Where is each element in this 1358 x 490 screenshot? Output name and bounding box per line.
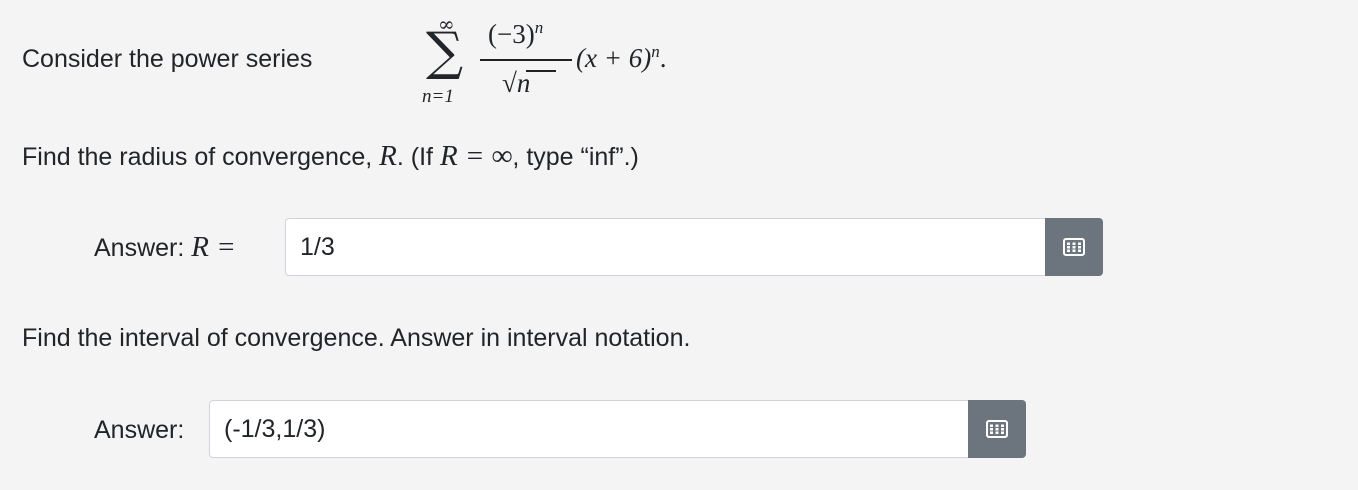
radius-prompt-eq: R = ∞ [439,140,513,172]
keyboard-grid-icon [1063,238,1085,256]
numerator-exponent: n [534,18,544,37]
interval-answer-label: Answer: [94,416,185,444]
sqrt-symbol: √ [502,68,517,98]
numerator-base: (−3) [488,19,535,49]
interval-answer-input[interactable]: (-1/3,1/3) [209,400,968,458]
answer-label-var: R = [191,231,236,263]
series-tail: (x + 6)n. [576,42,666,74]
answer-label-text: Answer: [94,234,185,262]
radius-answer-group: 1/3 [285,218,1103,276]
series-denominator: √n [502,68,530,99]
radius-prompt-before: Find the radius of convergence, [22,143,373,171]
radius-answer-label: Answer: R = [94,232,236,263]
power-series-formula: ∞ ∑ n=1 (−3)n √n (x + 6)n. [418,12,738,117]
fraction-bar [480,59,572,61]
summation-symbol: ∑ [426,22,464,82]
keyboard-grid-icon [986,420,1008,438]
interval-answer-group: (-1/3,1/3) [209,400,1026,458]
radius-prompt: Find the radius of convergence, R. (If R… [22,141,639,172]
denominator-var: n [516,68,531,98]
radius-prompt-mid: . (If [396,143,433,171]
sum-lower-limit: n=1 [422,86,454,107]
radius-answer-input[interactable]: 1/3 [285,218,1045,276]
interval-keypad-button[interactable] [968,400,1026,458]
tail-exponent: n [651,42,660,61]
sqrt-overline [526,70,556,72]
radius-prompt-var: R [379,140,397,172]
tail-period: . [659,43,667,73]
radius-prompt-after: , type “inf”.) [512,143,639,171]
interval-prompt: Find the interval of convergence. Answer… [22,324,691,352]
series-numerator: (−3)n [488,18,543,50]
tail-base: (x + 6) [576,43,652,73]
series-intro-text: Consider the power series [22,45,313,73]
radius-keypad-button[interactable] [1045,218,1103,276]
